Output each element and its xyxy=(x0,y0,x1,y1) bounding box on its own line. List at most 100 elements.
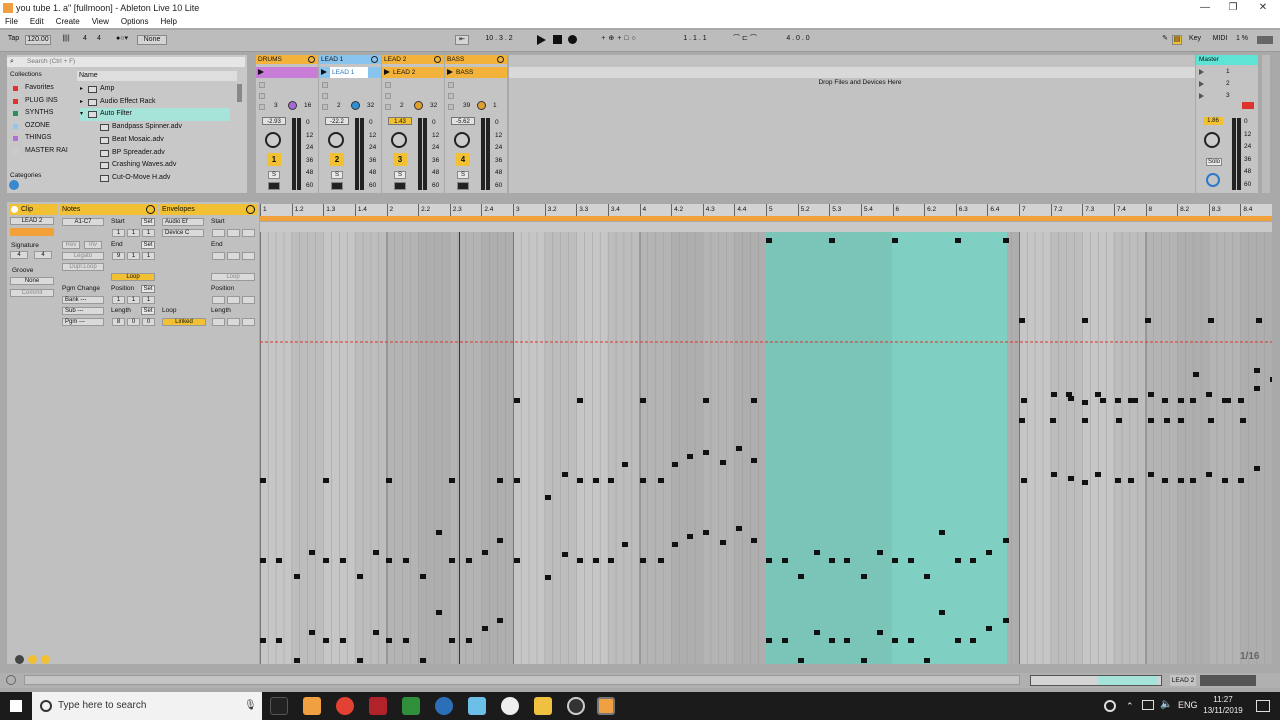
steam-task-icon[interactable] xyxy=(501,697,519,715)
menu-view[interactable]: View xyxy=(92,17,109,26)
folder-task-icon[interactable] xyxy=(303,697,321,715)
notes-length-field[interactable]: 0 xyxy=(142,318,155,326)
send-b-value[interactable]: 16 xyxy=(304,102,311,109)
track-activator-button[interactable]: 1 xyxy=(267,153,281,166)
loop-start-field[interactable]: 1 . 1 . 1 xyxy=(668,35,722,45)
track-solo-button[interactable]: S xyxy=(457,171,469,179)
send-a-value[interactable]: 3 xyxy=(274,102,278,109)
beat-time-ruler[interactable]: 1 1.2 1.3 1.4 2 2.2 2.3 2.4 3 3.2 3.3 3.4 4 4.2 4.3 4.4… xyxy=(260,204,1272,216)
track-solo-button[interactable]: S xyxy=(268,171,280,179)
follow-icon[interactable]: ⇤ xyxy=(455,35,469,45)
view-toggles[interactable] xyxy=(1200,675,1256,686)
status-bar-toggle-icon[interactable] xyxy=(6,675,16,685)
track-arm-button[interactable] xyxy=(457,182,469,190)
tempo-field[interactable]: 120.00 xyxy=(25,35,51,45)
track-activator-button[interactable]: 3 xyxy=(393,153,407,166)
scene-number[interactable]: 1 xyxy=(1226,68,1230,75)
loop-brace[interactable] xyxy=(260,216,1272,221)
menu-help[interactable]: Help xyxy=(160,17,176,26)
notes-length-field[interactable]: 8 xyxy=(112,318,125,326)
clip-stop-button[interactable] xyxy=(259,93,265,99)
record-icon[interactable] xyxy=(568,35,577,44)
charts-task-icon[interactable] xyxy=(402,697,420,715)
key-map-button[interactable]: Key xyxy=(1186,35,1204,45)
send-knob-icon[interactable] xyxy=(414,101,423,110)
clock-task-icon[interactable] xyxy=(567,697,585,715)
envelope-position-field[interactable] xyxy=(227,252,240,260)
clip-name-field[interactable]: LEAD 2 xyxy=(10,217,54,225)
midi-map-button[interactable]: MIDI xyxy=(1210,35,1230,45)
collection-item[interactable]: THINGS xyxy=(7,132,75,145)
browser-item[interactable]: BP Spreader.adv xyxy=(80,147,230,160)
envelope-position-field[interactable] xyxy=(242,229,255,237)
track-arm-button[interactable] xyxy=(331,182,343,190)
browser-item[interactable]: Beat Mosaic.adv xyxy=(80,134,230,147)
chrome-task-icon[interactable] xyxy=(336,697,354,715)
program-select[interactable]: Pgm --- xyxy=(62,318,104,326)
browser-item[interactable]: ▾ Auto Filter xyxy=(80,108,230,121)
metronome-icon[interactable]: ●○▾ xyxy=(112,35,132,45)
notes-end-set-button[interactable]: Set xyxy=(141,241,155,249)
clip-toggle-icon[interactable] xyxy=(11,206,18,213)
legato-button[interactable]: Legato xyxy=(62,252,104,260)
signature-numerator[interactable]: 4 xyxy=(80,35,90,45)
explorer-task-icon[interactable] xyxy=(534,697,552,715)
track-menu-icon[interactable] xyxy=(308,56,315,63)
send-a-value[interactable]: 2 xyxy=(337,102,341,109)
clip-stop-button[interactable] xyxy=(259,82,265,88)
loop-toggle-button[interactable]: Loop xyxy=(111,273,155,281)
notes-view-toggle-icon[interactable] xyxy=(28,655,37,664)
nudge-buttons[interactable]: |||| xyxy=(55,35,77,45)
notes-start-field[interactable]: 1 xyxy=(142,229,155,237)
loop-length-field[interactable]: 4 . 0 . 0 xyxy=(770,35,826,45)
collection-item[interactable]: OZONE xyxy=(7,120,75,133)
master-volume-field[interactable]: 1.86 xyxy=(1203,117,1223,125)
name-column-header[interactable]: Name xyxy=(77,71,237,81)
send-b-value[interactable]: 32 xyxy=(367,102,374,109)
signature-denominator[interactable]: 4 xyxy=(94,35,104,45)
tap-button[interactable]: Tap xyxy=(5,35,22,45)
send-knob-icon[interactable] xyxy=(288,101,297,110)
collection-item[interactable]: SYNTHS xyxy=(7,107,75,120)
envelope-control-select[interactable]: Device C xyxy=(162,229,204,237)
master-track-header[interactable]: Master xyxy=(1196,55,1258,65)
punch-tools[interactable]: ⌒ ⊏ ⌒ xyxy=(725,35,765,45)
clip-stop-button[interactable] xyxy=(322,104,328,110)
draw-mode-icon[interactable]: ✎ xyxy=(1160,35,1170,45)
envelope-position-field[interactable] xyxy=(242,296,255,304)
notes-end-field[interactable]: 1 xyxy=(127,252,140,260)
track-volume-field[interactable]: -22.2 xyxy=(325,117,349,125)
envelopes-menu-icon[interactable] xyxy=(246,205,255,214)
collection-item[interactable]: Favorites xyxy=(7,82,75,95)
scene-launch-icon[interactable] xyxy=(1199,93,1204,99)
clip-signature-den[interactable]: 4 xyxy=(34,251,52,259)
browser-item[interactable]: Crashing Waves.adv xyxy=(80,159,230,172)
position-set-button[interactable]: Set xyxy=(141,285,155,293)
commit-button[interactable]: Commit xyxy=(10,289,54,297)
clip-stop-button[interactable] xyxy=(385,82,391,88)
track-solo-button[interactable]: S xyxy=(394,171,406,179)
send-b-value[interactable]: 32 xyxy=(430,102,437,109)
search-input[interactable]: Search (Ctrl + F) xyxy=(7,57,245,67)
browser-item[interactable]: ▸ Amp xyxy=(80,83,230,96)
browser-item[interactable]: Bandpass Spinner.adv xyxy=(80,121,230,134)
envelope-position-field[interactable] xyxy=(227,318,240,326)
close-button[interactable]: ✕ xyxy=(1248,0,1278,16)
play-icon[interactable] xyxy=(537,35,546,45)
scene-number[interactable]: 3 xyxy=(1226,92,1230,99)
cue-volume-knob[interactable] xyxy=(1206,173,1220,187)
clip-signature-num[interactable]: 4 xyxy=(10,251,28,259)
menu-options[interactable]: Options xyxy=(121,17,149,26)
send-b-value[interactable]: 1 xyxy=(493,102,497,109)
duplicate-loop-button[interactable]: Dupl.Loop xyxy=(62,263,104,271)
notes-menu-icon[interactable] xyxy=(146,205,155,214)
track-solo-button[interactable]: S xyxy=(331,171,343,179)
track-pan-knob[interactable] xyxy=(265,132,281,148)
track-volume-field[interactable]: -2.93 xyxy=(262,117,286,125)
tray-expand-icon[interactable]: ⌃ xyxy=(1126,701,1134,712)
clip-view-toggle-icon[interactable] xyxy=(15,655,24,664)
length-set-button[interactable]: Set xyxy=(141,307,155,315)
menu-edit[interactable]: Edit xyxy=(30,17,44,26)
send-knob-icon[interactable] xyxy=(351,101,360,110)
expand-arrow-icon[interactable]: ▸ xyxy=(80,96,83,109)
